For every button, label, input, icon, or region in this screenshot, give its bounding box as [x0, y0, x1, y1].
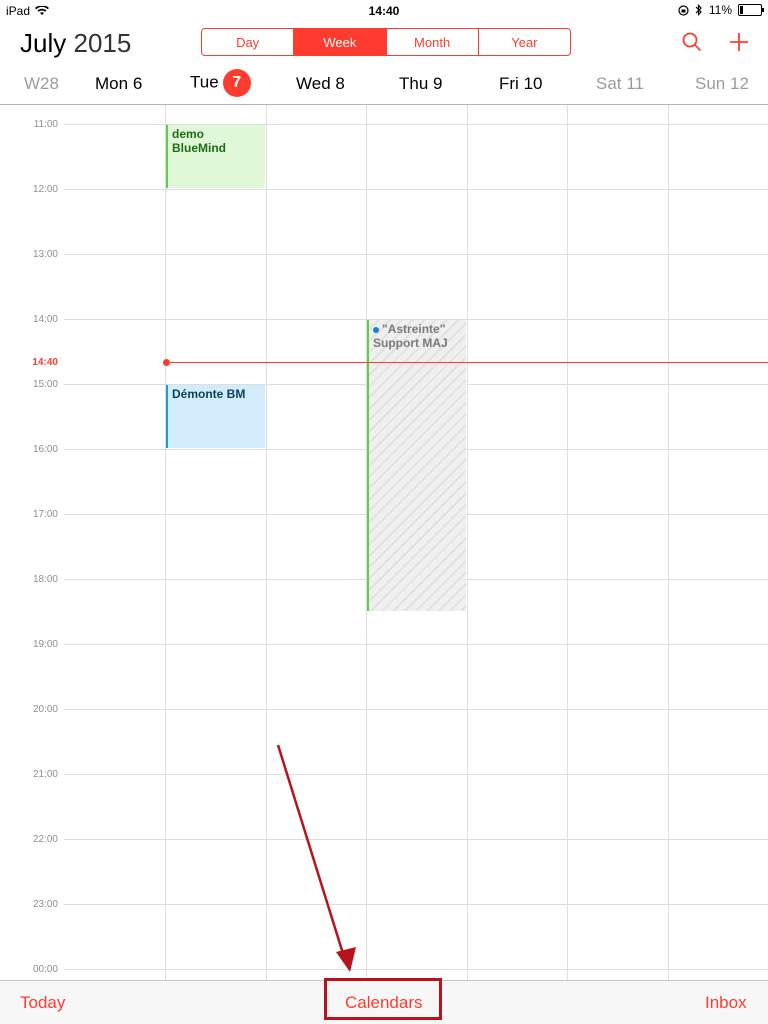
hour-label: 14:00: [32, 314, 58, 325]
month-title[interactable]: July 2015: [20, 28, 131, 59]
today-button[interactable]: Today: [20, 993, 65, 1013]
event-demo-bluemind[interactable]: demo BlueMind: [166, 125, 265, 188]
hour-label: 00:00: [32, 964, 58, 975]
day-header-thu[interactable]: Thu 9: [399, 74, 443, 94]
clock: 14:40: [368, 4, 400, 18]
hour-label: 21:00: [32, 769, 58, 780]
hour-label: 18:00: [32, 574, 58, 585]
event-title: demo BlueMind: [172, 127, 226, 155]
day-header-tue[interactable]: Tue 7: [190, 69, 251, 97]
hour-label: 17:00: [32, 509, 58, 520]
hour-label: 20:00: [32, 704, 58, 715]
day-separator: [165, 105, 166, 980]
view-day-button[interactable]: Day: [202, 29, 295, 55]
week-grid[interactable]: 11:00 12:00 13:00 14:00 15:00 16:00 17:0…: [0, 105, 768, 980]
current-time-line: [166, 362, 768, 363]
day-separator: [266, 105, 267, 980]
day-separator: [567, 105, 568, 980]
year-label: 2015: [73, 28, 132, 58]
hour-line: [64, 189, 768, 190]
view-month-button[interactable]: Month: [387, 29, 479, 55]
hour-line: [64, 254, 768, 255]
event-astreinte-support[interactable]: "Astreinte" Support MAJ: [367, 320, 466, 611]
hour-line: [64, 774, 768, 775]
hour-line: [64, 839, 768, 840]
month-name: July: [20, 28, 67, 58]
status-bar: iPad 14:40 11%: [0, 0, 768, 22]
hour-line: [64, 644, 768, 645]
hour-line: [64, 904, 768, 905]
week-day-header: W28 Mon 6 Tue 7 Wed 8 Thu 9 Fri 10 Sat 11…: [0, 62, 768, 104]
week-number: W28: [24, 74, 59, 93]
event-title: "Astreinte" Support MAJ: [373, 322, 448, 350]
hour-label: 13:00: [32, 249, 58, 260]
day-header-wed[interactable]: Wed 8: [296, 74, 345, 94]
battery-icon: [738, 4, 764, 16]
day-header-fri[interactable]: Fri 10: [499, 74, 542, 94]
today-badge: 7: [222, 69, 251, 97]
inbox-button[interactable]: Inbox: [705, 993, 747, 1013]
hour-label: 12:00: [32, 184, 58, 195]
hour-label: 15:00: [32, 379, 58, 390]
day-separator: [467, 105, 468, 980]
calendar-dot-icon: [373, 326, 379, 333]
event-demonte-bm[interactable]: Démonte BM: [166, 385, 265, 448]
hour-line: [64, 709, 768, 710]
hour-line: [64, 969, 768, 970]
event-title: Démonte BM: [172, 387, 246, 401]
hour-label: 23:00: [32, 899, 58, 910]
day-header-sat[interactable]: Sat 11: [596, 74, 644, 94]
view-year-button[interactable]: Year: [479, 29, 570, 55]
orientation-lock-icon: [678, 4, 689, 16]
hour-label: 16:00: [32, 444, 58, 455]
battery-percent: 11%: [708, 3, 732, 17]
view-week-button[interactable]: Week: [294, 29, 387, 55]
day-header-sun[interactable]: Sun 12: [695, 74, 749, 94]
add-icon[interactable]: [727, 30, 751, 54]
day-header-mon[interactable]: Mon 6: [95, 74, 142, 94]
search-icon[interactable]: [680, 30, 704, 54]
hour-label: 19:00: [32, 639, 58, 650]
hour-label: 11:00: [33, 119, 58, 130]
current-time-dot: [163, 359, 170, 366]
hour-label: 22:00: [32, 834, 58, 845]
day-separator: [668, 105, 669, 980]
bluetooth-icon: [695, 4, 702, 16]
annotation-highlight-box: [324, 978, 442, 1020]
view-switcher: Day Week Month Year: [201, 28, 571, 56]
current-time-label: 14:40: [32, 357, 58, 368]
